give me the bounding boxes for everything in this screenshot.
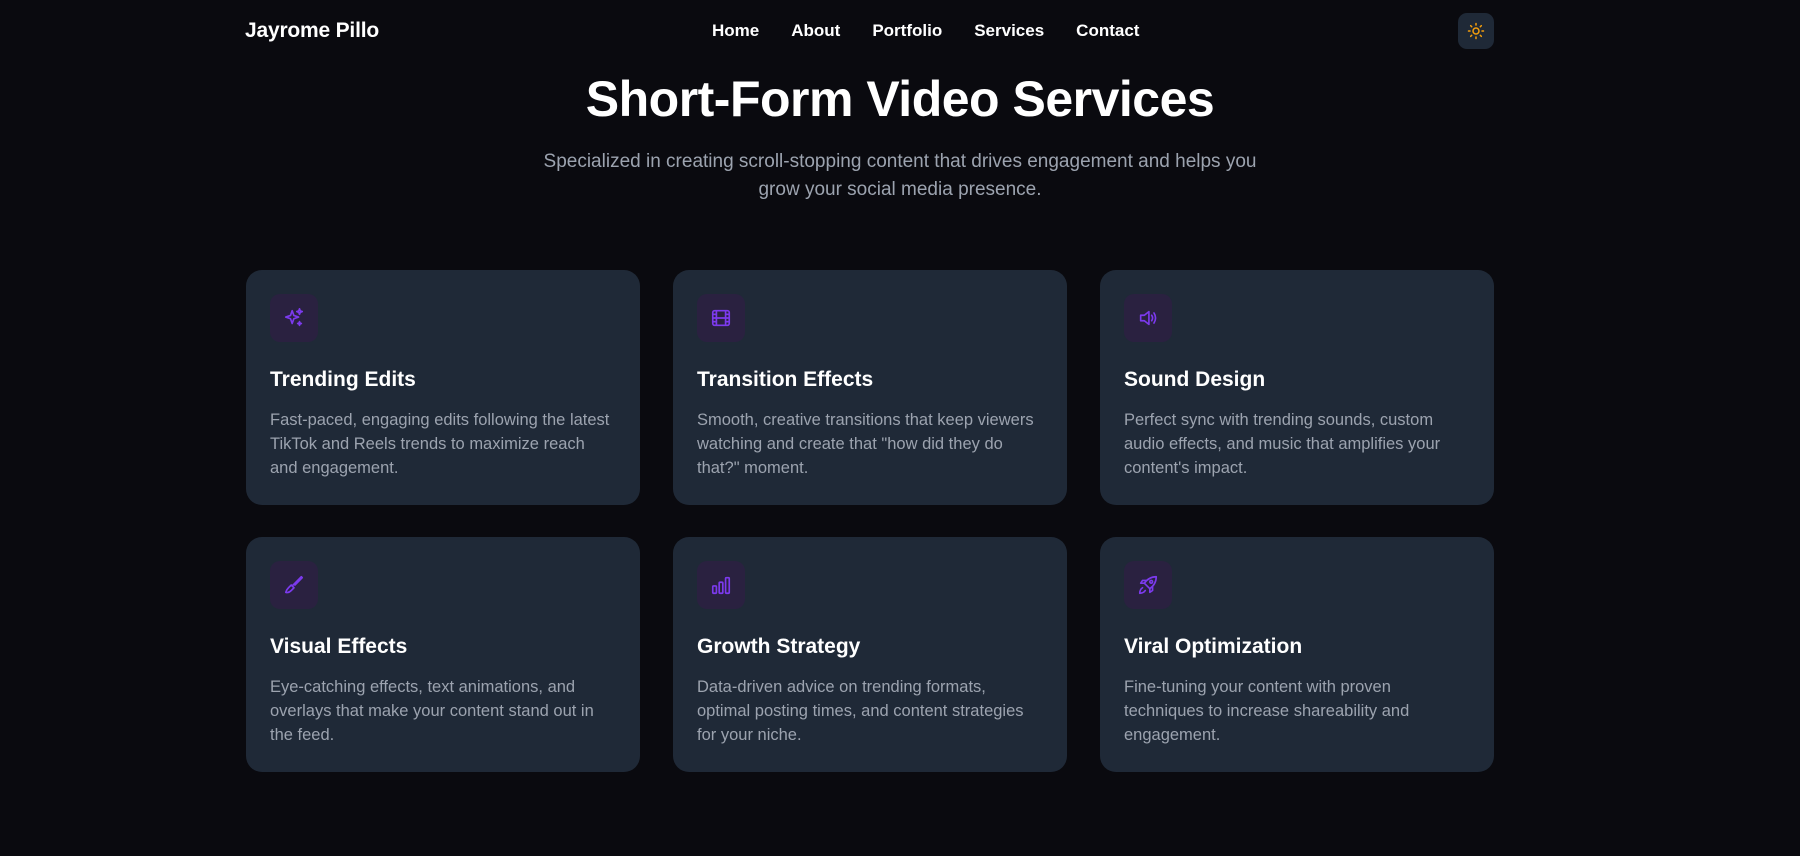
nav-link-contact[interactable]: Contact [1076,21,1139,41]
service-icon-box [270,561,318,609]
nav-link-portfolio[interactable]: Portfolio [872,21,942,41]
service-icon-box [697,294,745,342]
film-icon [711,309,731,327]
rocket-icon [1138,575,1158,595]
service-description: Fast-paced, engaging edits following the… [270,411,610,477]
service-title: Sound Design [1124,368,1266,391]
service-title: Growth Strategy [697,635,861,658]
service-description: Eye-catching effects, text animations, a… [270,678,594,744]
service-description: Data-driven advice on trending formats, … [697,678,1024,744]
service-description: Fine-tuning your content with proven tec… [1124,678,1410,744]
service-card: Viral Optimization Fine-tuning your cont… [1100,537,1494,772]
page-subtitle: Specialized in creating scroll-stopping … [543,151,1257,200]
service-icon-box [270,294,318,342]
speaker-icon [1139,310,1157,326]
service-title: Trending Edits [270,368,416,391]
brand-logo[interactable]: Jayrome Pillo [245,19,379,43]
bar-chart-icon [711,576,731,595]
theme-toggle-button[interactable] [1458,13,1494,49]
sun-icon [1467,22,1485,40]
service-description: Perfect sync with trending sounds, custo… [1124,411,1441,477]
nav-menu: Home About Portfolio Services Contact [712,21,1139,41]
service-icon-box [697,561,745,609]
nav-link-services[interactable]: Services [974,21,1044,41]
nav-link-about[interactable]: About [791,21,840,41]
service-card: Sound Design Perfect sync with trending … [1100,270,1494,505]
brush-icon [284,575,304,594]
service-title: Transition Effects [697,368,874,391]
service-title: Visual Effects [270,635,408,658]
service-title: Viral Optimization [1124,635,1303,658]
service-icon-box [1124,294,1172,342]
service-card: Trending Edits Fast-paced, engaging edit… [246,270,640,505]
services-grid: Trending Edits Fast-paced, engaging edit… [246,270,1494,772]
navbar: Jayrome Pillo Home About Portfolio Servi… [0,0,1800,62]
service-description: Smooth, creative transitions that keep v… [697,411,1034,477]
service-icon-box [1124,561,1172,609]
service-card: Visual Effects Eye-catching effects, tex… [246,537,640,772]
nav-link-home[interactable]: Home [712,21,759,41]
page-title: Short-Form Video Services [585,71,1215,127]
sparkles-icon [284,308,304,327]
service-card: Growth Strategy Data-driven advice on tr… [673,537,1067,772]
service-card: Transition Effects Smooth, creative tran… [673,270,1067,505]
